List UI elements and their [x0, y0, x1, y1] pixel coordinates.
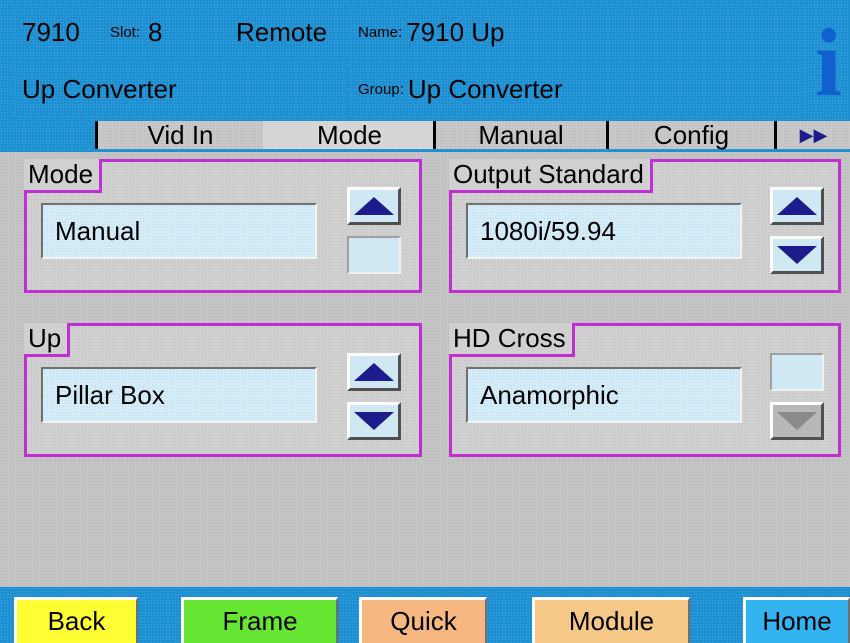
up-down-button[interactable] — [347, 402, 401, 440]
hd-cross-panel-title: HD Cross — [449, 323, 575, 357]
hd-cross-value: Anamorphic — [466, 367, 742, 423]
quick-button[interactable]: Quick — [359, 597, 487, 643]
mode-panel: Mode Manual — [24, 159, 422, 293]
up-arrow-icon — [354, 363, 394, 381]
down-arrow-icon — [777, 412, 817, 430]
group-field: Group: Up Converter — [350, 61, 805, 118]
bottom-nav-bar: Back Frame Quick Module Home — [0, 587, 850, 643]
hd-cross-up-button-placeholder — [770, 353, 824, 391]
tab-strip: Vid In Mode Manual Config ▶▶ — [0, 118, 850, 152]
tab-mode[interactable]: Mode — [263, 120, 433, 150]
up-arrow-icon — [777, 197, 817, 215]
group-value: Up Converter — [407, 74, 563, 104]
model-number: 7910 — [14, 6, 100, 59]
mode-down-button-placeholder — [347, 236, 401, 274]
name-field: Name: 7910 Up — [350, 6, 805, 59]
hd-cross-down-button — [770, 402, 824, 440]
tab-scroll-right-icon[interactable]: ▶▶ — [774, 121, 850, 149]
down-arrow-icon — [354, 412, 394, 430]
module-button[interactable]: Module — [532, 597, 690, 643]
tab-config[interactable]: Config — [606, 120, 774, 150]
up-panel: Up Pillar Box — [24, 323, 422, 457]
up-value: Pillar Box — [41, 367, 317, 423]
down-arrow-icon — [777, 246, 817, 264]
home-button[interactable]: Home — [743, 597, 850, 643]
name-value: 7910 Up — [406, 17, 505, 47]
output-standard-panel-title: Output Standard — [449, 159, 653, 193]
mode-panel-title: Mode — [24, 159, 103, 193]
output-standard-value: 1080i/59.94 — [466, 203, 742, 259]
slot-indicator: Slot: 8 — [102, 6, 226, 59]
info-icon[interactable]: i — [807, 6, 850, 118]
back-button[interactable]: Back — [14, 597, 138, 643]
output-standard-panel: Output Standard 1080i/59.94 — [449, 159, 841, 293]
up-panel-title: Up — [24, 323, 71, 357]
remote-status: Remote — [228, 6, 348, 59]
group-label: Group: — [358, 81, 404, 98]
name-label: Name: — [358, 24, 403, 41]
slot-value: 8 — [148, 17, 163, 47]
up-arrow-icon — [354, 197, 394, 215]
up-up-button[interactable] — [347, 353, 401, 391]
output-standard-down-button[interactable] — [770, 236, 824, 274]
mode-value: Manual — [41, 203, 317, 259]
module-description: Up Converter — [14, 61, 348, 118]
output-standard-up-button[interactable] — [770, 187, 824, 225]
hd-cross-panel: HD Cross Anamorphic — [449, 323, 841, 457]
tab-vid-in[interactable]: Vid In — [95, 120, 263, 150]
mode-up-button[interactable] — [347, 187, 401, 225]
slot-label: Slot: — [110, 24, 141, 41]
frame-button[interactable]: Frame — [181, 597, 338, 643]
tab-manual[interactable]: Manual — [433, 120, 606, 150]
